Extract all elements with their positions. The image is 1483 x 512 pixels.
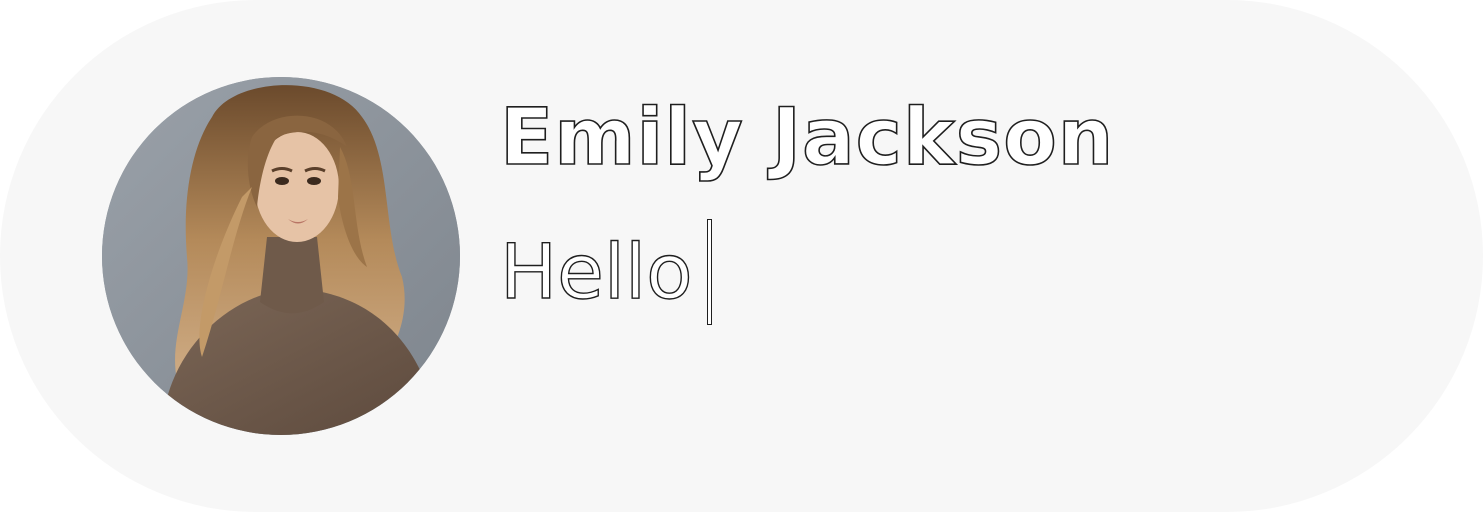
contact-name: Emily Jackson xyxy=(499,92,1115,184)
message-input[interactable]: Hello xyxy=(499,216,712,328)
status-card: Emily Jackson Hello xyxy=(0,0,1483,512)
message-text: Hello xyxy=(499,226,693,316)
profile-photo-icon xyxy=(102,77,460,435)
avatar[interactable] xyxy=(102,77,460,435)
text-caret-icon xyxy=(706,219,712,325)
